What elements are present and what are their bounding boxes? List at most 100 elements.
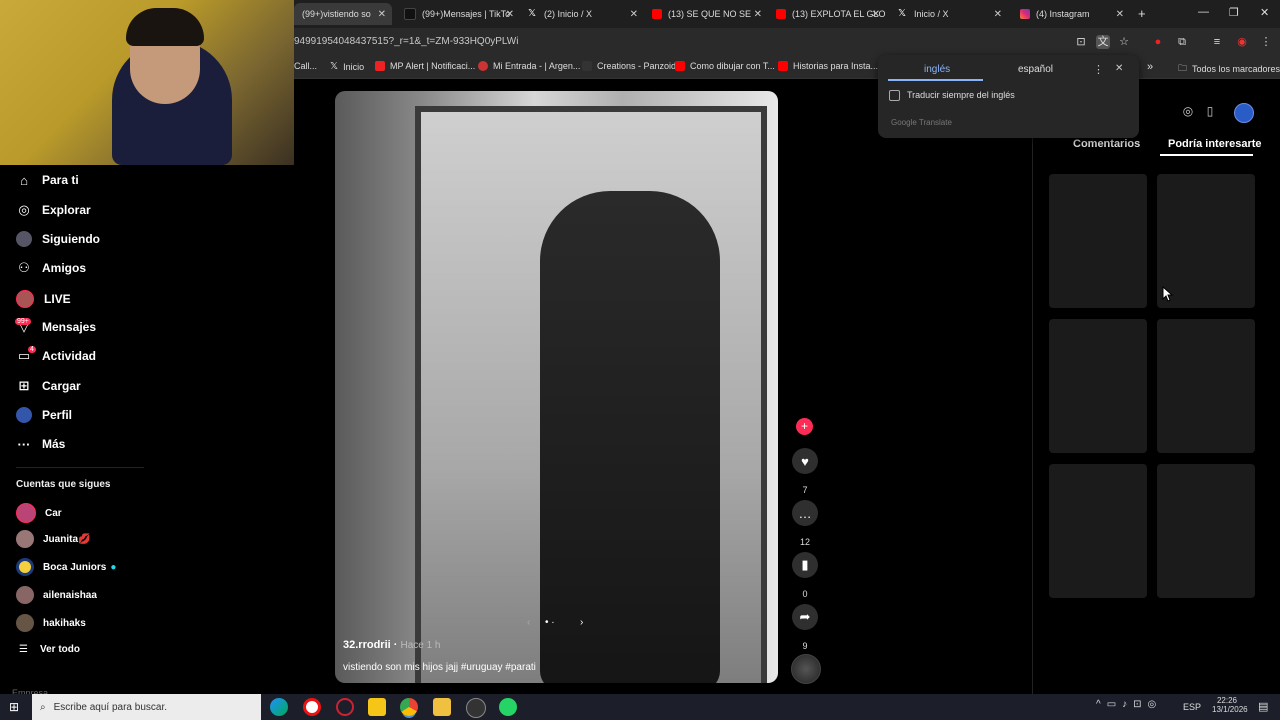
- taskbar-clock[interactable]: 22:26 13/1/2026: [1212, 696, 1248, 714]
- windows-start-icon[interactable]: ⊞: [9, 700, 19, 714]
- heart-icon[interactable]: ♥: [792, 448, 818, 474]
- file-explorer-icon[interactable]: [433, 698, 451, 716]
- all-bookmarks-button[interactable]: 🗀 Todos los marcadores: [1178, 61, 1280, 77]
- following-item[interactable]: ailenaishaa: [16, 586, 97, 604]
- suggested-video-tile[interactable]: [1157, 464, 1255, 598]
- tab-close-icon[interactable]: ✕: [630, 9, 638, 20]
- lang-to-tab[interactable]: español: [1018, 64, 1053, 75]
- whatsapp-icon[interactable]: [499, 698, 517, 716]
- profile-avatar-icon[interactable]: [1234, 103, 1254, 123]
- save-action[interactable]: ▮ 0: [792, 552, 818, 599]
- comment-icon[interactable]: …: [792, 500, 818, 526]
- nav-for-you[interactable]: ⌂ Para ti: [16, 172, 79, 188]
- minimize-button[interactable]: —: [1198, 6, 1209, 18]
- nav-explore[interactable]: ◎ Explorar: [16, 202, 90, 218]
- nav-friends[interactable]: ⚇ Amigos: [16, 260, 86, 276]
- tab-close-icon[interactable]: ✕: [994, 9, 1002, 20]
- tab-youtube-2[interactable]: (13) EXPLOTA EL GLO ✕: [768, 3, 886, 25]
- profile-avatar-icon[interactable]: ◉: [1235, 35, 1249, 49]
- always-translate-checkbox[interactable]: [889, 90, 900, 101]
- following-name: Car: [45, 507, 62, 519]
- bookmark-item[interactable]: Call...: [294, 61, 317, 71]
- tab-might-interest[interactable]: Podría interesarte: [1168, 138, 1262, 150]
- tab-tiktok-video[interactable]: (99+)vistiendo so ✕: [294, 3, 392, 25]
- nav-live[interactable]: LIVE: [16, 290, 71, 308]
- opera-gx-icon[interactable]: [336, 698, 354, 716]
- extensions-icon[interactable]: ⧉: [1175, 35, 1189, 49]
- close-window-button[interactable]: ✕: [1260, 6, 1269, 19]
- translate-icon[interactable]: 文: [1096, 35, 1110, 49]
- sound-disc-avatar[interactable]: [791, 654, 821, 684]
- next-slide-button[interactable]: ›: [580, 617, 583, 628]
- language-indicator[interactable]: ESP: [1183, 702, 1201, 712]
- translate-close-icon[interactable]: ✕: [1115, 63, 1123, 74]
- like-action[interactable]: ♥ 7: [792, 448, 818, 495]
- tab-youtube-1[interactable]: (13) SE QUE NO SE ✕: [644, 3, 768, 25]
- tab-close-icon[interactable]: ✕: [378, 9, 386, 20]
- following-item[interactable]: Car: [16, 503, 62, 523]
- browser-menu-icon[interactable]: ⋮: [1259, 35, 1273, 49]
- nav-label: Perfil: [42, 408, 73, 422]
- tab-close-icon[interactable]: ✕: [872, 9, 880, 20]
- bookmark-star-icon[interactable]: ☆: [1117, 35, 1131, 49]
- new-tab-button[interactable]: +: [1138, 6, 1146, 21]
- bookmark-item[interactable]: 𝕏 Inicio: [330, 61, 364, 72]
- lang-from-tab[interactable]: inglés: [924, 64, 950, 75]
- bookmark-item[interactable]: Historias para Insta...: [778, 61, 878, 71]
- bookmark-item[interactable]: MP Alert | Notificaci...: [375, 61, 475, 71]
- tab-tiktok-messages[interactable]: (99+)Mensajes | TikTo ✕: [396, 3, 520, 25]
- bookmark-item[interactable]: Creations - Panzoid: [582, 61, 676, 71]
- following-item[interactable]: Juanita💋: [16, 530, 90, 548]
- bookmark-icon[interactable]: ▮: [792, 552, 818, 578]
- suggested-video-tile[interactable]: [1049, 319, 1147, 453]
- opera-icon[interactable]: [303, 698, 321, 716]
- tab-x-home-2[interactable]: 𝕏 Inicio / X ✕: [890, 3, 1008, 25]
- more-bookmarks-button[interactable]: »: [1147, 61, 1153, 73]
- share-icon[interactable]: ➦: [792, 604, 818, 630]
- tab-comments[interactable]: Comentarios: [1073, 138, 1140, 150]
- nav-label: Cargar: [42, 379, 81, 393]
- follow-plus-button[interactable]: +: [796, 418, 813, 435]
- edge-icon[interactable]: [270, 698, 288, 716]
- video-author[interactable]: 32.rrodrii · Hace 1 h: [343, 639, 441, 651]
- suggested-video-tile[interactable]: [1049, 174, 1147, 308]
- bookmark-item[interactable]: Como dibujar con T...: [675, 61, 775, 71]
- boca-juniors-avatar: [16, 558, 34, 576]
- following-item[interactable]: Boca Juniors ●: [16, 558, 116, 576]
- following-item[interactable]: hakihaks: [16, 614, 86, 632]
- media-control-icon[interactable]: ≡: [1210, 35, 1224, 49]
- tab-close-icon[interactable]: ✕: [1116, 9, 1124, 20]
- store-icon[interactable]: [368, 698, 386, 716]
- install-app-icon[interactable]: ⊡: [1074, 35, 1088, 49]
- phone-icon[interactable]: ▯: [1202, 104, 1218, 120]
- nav-following[interactable]: Siguiendo: [16, 231, 100, 247]
- maximize-button[interactable]: ❐: [1229, 6, 1239, 19]
- prev-slide-button[interactable]: ‹: [527, 617, 530, 628]
- tab-x-home[interactable]: 𝕏 (2) Inicio / X ✕: [520, 3, 644, 25]
- system-tray-icons[interactable]: ^▭♪⊡◎: [1096, 699, 1162, 710]
- obs-icon[interactable]: [466, 698, 486, 718]
- chrome-icon[interactable]: [400, 698, 418, 716]
- tab-instagram[interactable]: (4) Instagram ✕: [1012, 3, 1130, 25]
- tab-close-icon[interactable]: ✕: [506, 9, 514, 20]
- nav-profile[interactable]: Perfil: [16, 407, 72, 423]
- suggested-video-tile[interactable]: [1049, 464, 1147, 598]
- video-player[interactable]: [335, 91, 778, 683]
- tab-close-icon[interactable]: ✕: [754, 9, 762, 20]
- bookmark-item[interactable]: Mi Entrada - | Argen...: [478, 61, 580, 71]
- translate-menu-icon[interactable]: ⋮: [1093, 63, 1104, 76]
- nav-upload[interactable]: ⊞ Cargar: [16, 378, 81, 394]
- author-username: 32.rrodrii: [343, 639, 391, 651]
- compass-icon[interactable]: ◎: [1180, 104, 1196, 120]
- nav-more[interactable]: ··· Más: [16, 436, 66, 452]
- profile-avatar-icon: [16, 407, 32, 423]
- avatar: [16, 614, 34, 632]
- notifications-icon[interactable]: ▤: [1258, 700, 1268, 713]
- share-action[interactable]: ➦ 9: [792, 604, 818, 651]
- comment-action[interactable]: … 12: [792, 500, 818, 547]
- suggested-video-tile[interactable]: [1157, 319, 1255, 453]
- see-all-button[interactable]: ☰ Ver todo: [16, 644, 80, 655]
- extension-opera-icon[interactable]: ●: [1151, 35, 1165, 49]
- taskbar-search[interactable]: ⌕ Escribe aquí para buscar.: [32, 694, 261, 720]
- url-field[interactable]: 94991954048437515?_r=1&_t=ZM-933HQ0yPLWi: [294, 36, 518, 47]
